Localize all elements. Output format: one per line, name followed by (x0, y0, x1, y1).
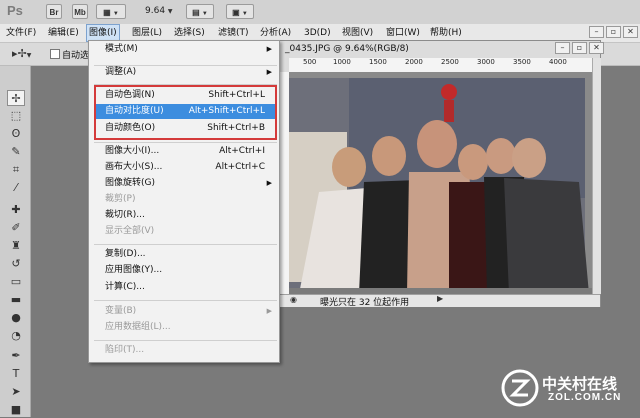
healing-brush-tool-icon[interactable]: ✚ (7, 202, 25, 218)
submenu-arrow-icon: ▶ (266, 179, 272, 187)
lasso-tool-icon[interactable]: ʘ (7, 126, 25, 142)
eraser-tool-icon[interactable]: ▭ (7, 274, 25, 290)
screen-mode-button[interactable]: ▣ ▼ (226, 4, 254, 19)
document-photo[interactable] (289, 72, 592, 294)
status-arrow-icon[interactable]: ▶ (437, 294, 443, 303)
path-selection-tool-icon[interactable]: ➤ (7, 384, 25, 400)
submenu-arrow-icon: ▶ (266, 45, 272, 53)
crop-tool-icon[interactable]: ⌗ (7, 162, 25, 178)
watermark-text: 中关村在线 (542, 376, 618, 393)
status-text: 曝光只在 32 位起作用 (320, 298, 410, 308)
submenu-arrow-icon: ▶ (266, 307, 272, 315)
menu-item-image-rotation[interactable]: 图像旋转(G) ▶ (105, 177, 272, 190)
menu-item-trim[interactable]: 裁切(R)... (105, 209, 269, 222)
ruler-tick: 2000 (405, 58, 423, 66)
menu-item-duplicate[interactable]: 复制(D)... (105, 248, 269, 261)
checkbox-icon (50, 49, 60, 59)
menu-item-apply-image[interactable]: 应用图像(Y)... (105, 264, 269, 277)
ruler-tick: 500 (303, 58, 317, 66)
zoom-level[interactable]: 9.64 ▼ (145, 6, 173, 16)
quick-selection-tool-icon[interactable]: ✎ (7, 144, 25, 160)
auto-select-checkbox[interactable]: 自动选 (50, 48, 89, 61)
menu-item-auto-tone[interactable]: 自动色调(N) Shift+Ctrl+L (105, 89, 269, 102)
move-tool-preset-icon[interactable]: ▸✢▼ (12, 47, 31, 60)
photoshop-logo: Ps (7, 3, 23, 18)
ruler-tick: 1000 (333, 58, 351, 66)
mini-bridge-button[interactable]: Mb (72, 4, 88, 19)
menu-item-adjustments[interactable]: 调整(A) ▶ (105, 66, 272, 79)
document-window-controls: – ▫ ✕ (553, 42, 604, 54)
menu-separator (94, 84, 277, 85)
dodge-tool-icon[interactable]: ◔ (7, 328, 25, 344)
menu-item-canvas-size[interactable]: 画布大小(S)... Alt+Ctrl+C (105, 161, 269, 174)
clone-stamp-tool-icon[interactable]: ♜ (7, 238, 25, 254)
menu-item-calculations[interactable]: 计算(C)... (105, 281, 269, 294)
document-title: _0435.JPG @ 9.64%(RGB/8) (285, 44, 409, 54)
window-controls: – ▫ ✕ (587, 26, 638, 38)
eyedropper-tool-icon[interactable]: ⁄ (7, 180, 25, 196)
ruler-tick: 3000 (477, 58, 495, 66)
menu-separator (94, 244, 277, 245)
ruler-tick: 2500 (441, 58, 459, 66)
horizontal-ruler: 500 1000 1500 2000 2500 3000 3500 4000 (289, 58, 592, 73)
minimize-icon[interactable]: – (589, 26, 604, 38)
menu-item-variables[interactable]: 变量(B) ▶ (105, 305, 272, 318)
vertical-scrollbar[interactable] (592, 58, 601, 294)
menu-item-crop[interactable]: 裁剪(P) (105, 193, 269, 206)
blur-tool-icon[interactable]: ● (7, 310, 25, 326)
arrange-documents-button[interactable]: ▤ ▼ (186, 4, 214, 19)
menu-separator (94, 340, 277, 341)
status-info-icon[interactable]: ◉ (290, 295, 297, 304)
menu-separator (94, 300, 277, 301)
menu-item-apply-data-set[interactable]: 应用数据组(L)... (105, 321, 269, 334)
menu-item-trap[interactable]: 陷印(T)... (105, 344, 269, 357)
view-extras-button[interactable]: ▦ ▼ (96, 4, 126, 19)
ruler-tick: 1500 (369, 58, 387, 66)
menu-item-image-size[interactable]: 图像大小(I)... Alt+Ctrl+I (105, 145, 269, 158)
brush-tool-icon[interactable]: ✐ (7, 220, 25, 236)
type-tool-icon[interactable]: T (7, 366, 25, 382)
doc-minimize-icon[interactable]: – (555, 42, 570, 54)
submenu-arrow-icon: ▶ (266, 68, 272, 76)
menu-item-mode[interactable]: 模式(M) ▶ (105, 43, 272, 56)
pen-tool-icon[interactable]: ✒ (7, 348, 25, 364)
ruler-tick: 4000 (549, 58, 567, 66)
doc-close-icon[interactable]: ✕ (589, 42, 604, 54)
menu-item-reveal-all[interactable]: 显示全部(V) (105, 225, 269, 238)
tools-panel: ✢ ⬚ ʘ ✎ ⌗ ⁄ ✚ ✐ ♜ ↺ ▭ ▬ ● ◔ ✒ T ➤ ■ (0, 66, 31, 417)
restore-icon[interactable]: ▫ (606, 26, 621, 38)
menu-edit[interactable]: 编辑(E) (48, 24, 79, 42)
gradient-tool-icon[interactable]: ▬ (7, 292, 25, 308)
history-brush-tool-icon[interactable]: ↺ (7, 256, 25, 272)
move-tool-icon[interactable]: ✢ (7, 90, 25, 106)
doc-restore-icon[interactable]: ▫ (572, 42, 587, 54)
bridge-button[interactable]: Br (46, 4, 62, 19)
menu-separator (94, 142, 277, 143)
ruler-tick: 3500 (513, 58, 531, 66)
menu-item-auto-contrast[interactable]: 自动对比度(U) Alt+Shift+Ctrl+L (105, 105, 269, 118)
menu-file[interactable]: 文件(F) (6, 24, 36, 42)
shape-tool-icon[interactable]: ■ (7, 402, 25, 418)
marquee-tool-icon[interactable]: ⬚ (7, 108, 25, 124)
close-icon[interactable]: ✕ (623, 26, 638, 38)
zol-logo-icon (501, 369, 539, 407)
watermark-subtext: ZOL.COM.CN (548, 392, 622, 403)
menu-item-auto-color[interactable]: 自动颜色(O) Shift+Ctrl+B (105, 122, 269, 135)
